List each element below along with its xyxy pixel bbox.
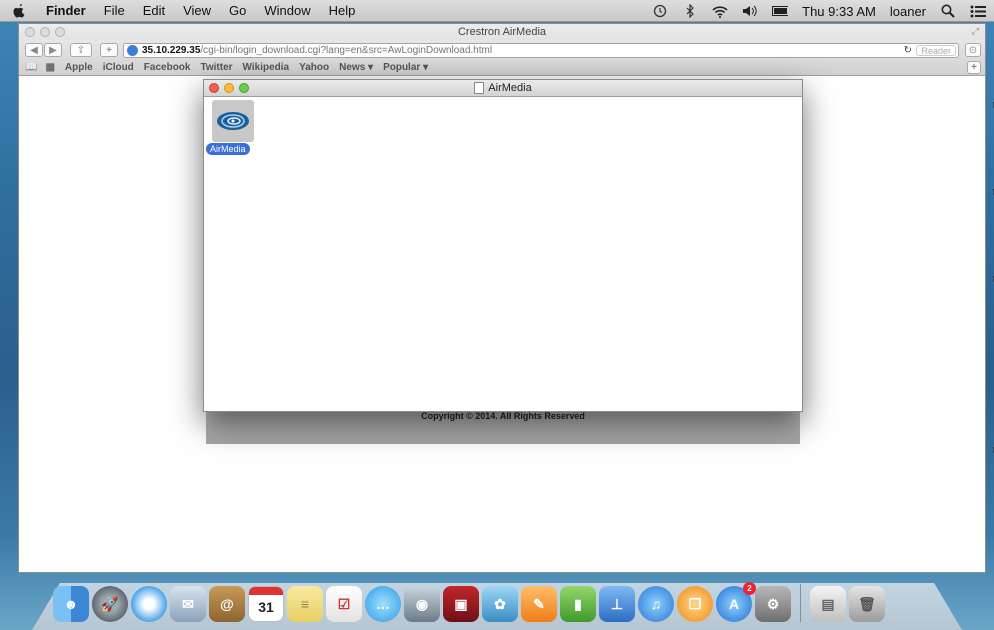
- globe-icon: [127, 45, 138, 56]
- page-footer-panel: Copyright © 2014. All Rights Reserved: [206, 407, 800, 444]
- back-button[interactable]: ◀: [25, 43, 43, 57]
- new-tab-button[interactable]: +: [967, 61, 981, 74]
- documents-icon[interactable]: ▤: [810, 586, 846, 622]
- safari-icon[interactable]: ✧: [131, 586, 167, 622]
- downloads-button[interactable]: ⊙: [965, 43, 981, 57]
- calendar-day: 31: [258, 599, 274, 615]
- minimize-button[interactable]: [40, 27, 50, 37]
- reading-list-icon[interactable]: 📖: [25, 62, 37, 73]
- itunes-icon[interactable]: ♫: [638, 586, 674, 622]
- safari-title-bar: Crestron AirMedia ⤢: [19, 24, 985, 40]
- volume-icon[interactable]: [742, 4, 758, 18]
- top-sites-icon[interactable]: ▦: [45, 62, 54, 73]
- messages-icon[interactable]: …: [365, 586, 401, 622]
- url-path: /cgi-bin/login_download.cgi?lang=en&src=…: [200, 45, 493, 56]
- reader-button[interactable]: Reader: [916, 45, 956, 56]
- ibooks-icon[interactable]: ❐: [677, 586, 713, 622]
- bookmark-apple[interactable]: Apple: [65, 62, 93, 73]
- close-button[interactable]: [25, 27, 35, 37]
- menu-help[interactable]: Help: [329, 3, 356, 18]
- url-host: 35.10.229.35: [142, 45, 201, 56]
- mail-icon[interactable]: ✉: [170, 586, 206, 622]
- finder-title-bar: AirMedia: [204, 80, 802, 97]
- iphoto-icon[interactable]: ✿: [482, 586, 518, 622]
- bookmark-wikipedia[interactable]: Wikipedia: [243, 62, 290, 73]
- calendar-icon[interactable]: 31: [248, 586, 284, 622]
- safari-toolbar: ◀ ▶ ⇪ + 35.10.229.35 /cgi-bin/login_down…: [19, 40, 985, 60]
- battery-icon[interactable]: [772, 4, 789, 18]
- spotlight-icon[interactable]: [940, 4, 956, 18]
- airmedia-app-icon[interactable]: [212, 100, 254, 142]
- notification-center-icon[interactable]: [970, 4, 986, 18]
- reload-icon[interactable]: ↻: [904, 45, 912, 56]
- wifi-icon[interactable]: [712, 4, 728, 18]
- bookmark-yahoo[interactable]: Yahoo: [299, 62, 329, 73]
- menu-window[interactable]: Window: [264, 3, 310, 18]
- finder-icon[interactable]: ☻: [53, 586, 89, 622]
- appstore-badge: 2: [743, 582, 756, 595]
- dock: ☻ 🚀 ✧ ✉ @ 31 ≡ ☑ … ◉ ▣ ✿ ✎ ▮ ⊥ ♫ ❐ A2 ⚙ …: [53, 578, 885, 622]
- menu-view[interactable]: View: [183, 3, 211, 18]
- zoom-button[interactable]: [55, 27, 65, 37]
- app-menu-finder[interactable]: Finder: [46, 3, 86, 18]
- forward-button[interactable]: ▶: [44, 43, 62, 57]
- safari-window-title: Crestron AirMedia: [457, 26, 547, 38]
- notes-icon[interactable]: ≡: [287, 586, 323, 622]
- keynote-icon[interactable]: ⊥: [599, 586, 635, 622]
- appstore-icon[interactable]: A2: [716, 582, 756, 622]
- dock-separator: [800, 584, 801, 622]
- menu-bar: Finder File Edit View Go Window Help Thu…: [0, 0, 994, 22]
- numbers-icon[interactable]: ▮: [560, 586, 596, 622]
- share-button[interactable]: ⇪: [70, 43, 92, 57]
- address-bar[interactable]: 35.10.229.35 /cgi-bin/login_download.cgi…: [123, 43, 959, 58]
- bookmark-facebook[interactable]: Facebook: [144, 62, 191, 73]
- add-bookmark-button[interactable]: +: [100, 43, 118, 57]
- contacts-icon[interactable]: @: [209, 586, 245, 622]
- menu-edit[interactable]: Edit: [143, 3, 165, 18]
- fullscreen-icon[interactable]: ⤢: [972, 26, 979, 37]
- menubar-clock[interactable]: Thu 9:33 AM: [802, 4, 876, 19]
- menu-go[interactable]: Go: [229, 3, 246, 18]
- facetime-icon[interactable]: ◉: [404, 586, 440, 622]
- close-button[interactable]: [209, 83, 219, 93]
- bookmark-twitter[interactable]: Twitter: [200, 62, 232, 73]
- systemprefs-icon[interactable]: ⚙: [755, 586, 791, 622]
- bookmark-news[interactable]: News ▾: [339, 62, 373, 73]
- finder-window-title: AirMedia: [488, 82, 532, 94]
- copyright-text: Copyright © 2014. All Rights Reserved: [421, 411, 585, 421]
- minimize-button[interactable]: [224, 83, 234, 93]
- bookmark-icloud[interactable]: iCloud: [103, 62, 134, 73]
- pages-icon[interactable]: ✎: [521, 586, 557, 622]
- volume-icon: [474, 82, 485, 94]
- photobooth-icon[interactable]: ▣: [443, 586, 479, 622]
- menubar-user[interactable]: loaner: [890, 4, 926, 19]
- reminders-icon[interactable]: ☑: [326, 586, 362, 622]
- menu-file[interactable]: File: [104, 3, 125, 18]
- time-machine-icon[interactable]: [652, 4, 668, 18]
- bluetooth-icon[interactable]: [682, 4, 698, 18]
- bookmark-popular[interactable]: Popular ▾: [383, 62, 428, 73]
- airmedia-app-label[interactable]: AirMedia: [206, 143, 250, 155]
- finder-window: AirMedia AirMedia: [203, 79, 803, 412]
- trash-icon[interactable]: 🗑: [849, 586, 885, 622]
- zoom-button[interactable]: [239, 83, 249, 93]
- bookmarks-bar: 📖 ▦ Apple iCloud Facebook Twitter Wikipe…: [19, 60, 985, 76]
- apple-menu-icon[interactable]: [12, 0, 30, 22]
- launchpad-icon[interactable]: 🚀: [92, 586, 128, 622]
